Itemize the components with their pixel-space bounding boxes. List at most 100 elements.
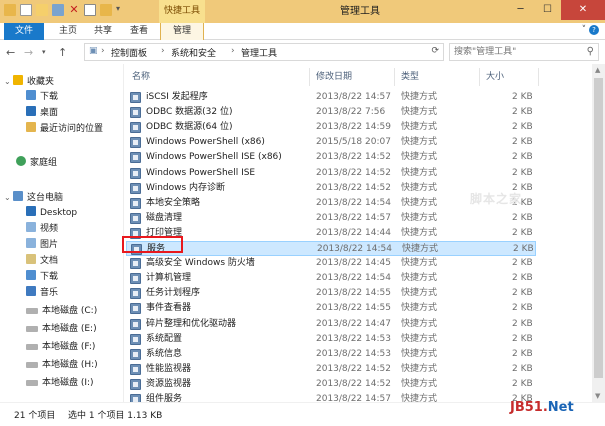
nav-item-recent[interactable]: 最近访问的位置 bbox=[26, 122, 103, 137]
file-row[interactable]: 资源监视器 2013/8/22 14:52 快捷方式 2 KB bbox=[126, 377, 536, 392]
nav-homegroup[interactable]: 家庭组 bbox=[16, 156, 57, 171]
column-header-type[interactable]: 类型 bbox=[401, 69, 419, 85]
scroll-thumb[interactable] bbox=[594, 78, 603, 378]
nav-favorites[interactable]: ⌄ 收藏夹 bbox=[4, 74, 54, 89]
file-size: 2 KB bbox=[512, 303, 533, 314]
file-row[interactable]: 任务计划程序 2013/8/22 14:55 快捷方式 2 KB bbox=[126, 286, 536, 301]
file-date: 2013/8/22 14:54 bbox=[316, 273, 391, 284]
search-icon[interactable]: ⚲ bbox=[587, 46, 594, 57]
file-row[interactable]: iSCSI 发起程序 2013/8/22 14:57 快捷方式 2 KB bbox=[126, 90, 536, 105]
nav-item-desktop-folder[interactable]: Desktop bbox=[26, 206, 77, 221]
pane-splitter[interactable] bbox=[123, 64, 124, 402]
tab-file[interactable]: 文件 bbox=[4, 23, 44, 40]
nav-this-pc[interactable]: ⌄ 这台电脑 bbox=[4, 190, 63, 205]
breadcrumb-admin-tools[interactable]: 管理工具 bbox=[241, 46, 277, 59]
file-row[interactable]: 系统配置 2013/8/22 14:53 快捷方式 2 KB bbox=[126, 332, 536, 347]
file-type: 快捷方式 bbox=[401, 258, 438, 269]
file-name: 资源监视器 bbox=[146, 378, 192, 389]
nav-item-downloads-pc[interactable]: 下载 bbox=[26, 270, 58, 285]
nav-item-videos[interactable]: 视频 bbox=[26, 222, 58, 237]
documents-folder-icon bbox=[26, 254, 36, 264]
breadcrumb-system-security[interactable]: 系统和安全 bbox=[171, 46, 216, 59]
close-button[interactable]: ✕ bbox=[561, 0, 605, 20]
download-folder-icon bbox=[26, 90, 36, 100]
file-row[interactable]: 系统信息 2013/8/22 14:53 快捷方式 2 KB bbox=[126, 347, 536, 362]
nav-item-documents[interactable]: 文档 bbox=[26, 254, 58, 269]
chevron-down-icon[interactable]: ▾ bbox=[116, 4, 128, 16]
file-row[interactable]: ODBC 数据源(32 位) 2013/8/22 7:56 快捷方式 2 KB bbox=[126, 105, 536, 120]
file-date: 2013/8/22 14:54 bbox=[317, 244, 392, 254]
column-divider[interactable] bbox=[479, 68, 480, 86]
tab-manage[interactable]: 管理 bbox=[160, 23, 204, 40]
column-header-date[interactable]: 修改日期 bbox=[316, 69, 352, 85]
folder-icon bbox=[4, 4, 16, 16]
file-type: 快捷方式 bbox=[401, 92, 438, 102]
help-icon: ? bbox=[589, 25, 599, 35]
nav-item-drive-e[interactable]: 本地磁盘 (E:) bbox=[26, 322, 97, 337]
recent-locations-icon[interactable]: ▾ bbox=[42, 48, 46, 56]
nav-item-drive-h[interactable]: 本地磁盘 (H:) bbox=[26, 358, 98, 373]
file-row[interactable]: 碎片整理和优化驱动器 2013/8/22 14:47 快捷方式 2 KB bbox=[126, 317, 536, 332]
file-row[interactable]: Windows PowerShell (x86) 2015/5/18 20:07 快… bbox=[126, 135, 536, 150]
breadcrumb-control-panel[interactable]: 控制面板 bbox=[111, 46, 147, 59]
search-input[interactable] bbox=[454, 44, 579, 60]
column-divider[interactable] bbox=[309, 68, 310, 86]
file-row[interactable]: Windows PowerShell ISE (x86) 2013/8/22 14… bbox=[126, 150, 536, 165]
expand-icon[interactable]: ⌄ bbox=[4, 190, 13, 205]
refresh-icon[interactable]: ⟳ bbox=[431, 46, 439, 56]
tab-home[interactable]: 主页 bbox=[50, 23, 86, 40]
scroll-down-icon[interactable]: ▼ bbox=[595, 392, 600, 400]
file-row[interactable]: 磁盘清理 2013/8/22 14:57 快捷方式 2 KB bbox=[126, 211, 536, 226]
file-row[interactable]: ODBC 数据源(64 位) 2013/8/22 14:59 快捷方式 2 KB bbox=[126, 120, 536, 135]
nav-item-desktop[interactable]: 桌面 bbox=[26, 106, 58, 121]
search-box[interactable]: ⚲ bbox=[449, 43, 599, 61]
file-row[interactable]: 高级安全 Windows 防火墙 2013/8/22 14:45 快捷方式 2 KB bbox=[126, 256, 536, 271]
tab-view[interactable]: 查看 bbox=[122, 23, 156, 40]
up-arrow-icon[interactable]: ↑ bbox=[58, 46, 67, 59]
selection-info: 选中 1 个项目 1.13 KB bbox=[68, 411, 163, 421]
file-name: 系统配置 bbox=[146, 333, 183, 344]
new-folder-icon[interactable] bbox=[36, 4, 48, 16]
nav-item-downloads[interactable]: 下载 bbox=[26, 90, 58, 105]
vertical-scrollbar[interactable]: ▲ ▼ bbox=[592, 64, 605, 402]
minimize-button[interactable]: ─ bbox=[507, 0, 534, 20]
file-row[interactable]: 计算机管理 2013/8/22 14:54 快捷方式 2 KB bbox=[126, 271, 536, 286]
column-header-name[interactable]: 名称 bbox=[132, 69, 150, 85]
tab-share[interactable]: 共享 bbox=[86, 23, 120, 40]
pictures-folder-icon bbox=[26, 238, 36, 248]
file-row[interactable]: Windows PowerShell ISE 2013/8/22 14:52 快捷方… bbox=[126, 166, 536, 181]
undo-icon[interactable] bbox=[52, 4, 64, 16]
file-row[interactable]: 性能监视器 2013/8/22 14:52 快捷方式 2 KB bbox=[126, 362, 536, 377]
nav-item-drive-i[interactable]: 本地磁盘 (I:) bbox=[26, 376, 94, 391]
column-divider[interactable] bbox=[538, 68, 539, 86]
scroll-up-icon[interactable]: ▲ bbox=[595, 66, 600, 74]
forward-arrow-icon[interactable]: → bbox=[24, 46, 33, 59]
maximize-button[interactable]: ☐ bbox=[534, 0, 561, 20]
file-type: 快捷方式 bbox=[401, 348, 438, 359]
file-type: 快捷方式 bbox=[401, 318, 438, 329]
rename-icon[interactable] bbox=[84, 4, 96, 16]
file-date: 2013/8/22 14:55 bbox=[316, 288, 391, 299]
column-divider[interactable] bbox=[394, 68, 395, 86]
ribbon-tabs: 文件 主页 共享 查看 管理 ˅ ? bbox=[0, 23, 605, 40]
delete-icon[interactable]: ✕ bbox=[68, 4, 80, 16]
folder-icon[interactable] bbox=[100, 4, 112, 16]
column-header-size[interactable]: 大小 bbox=[486, 69, 504, 85]
file-date: 2013/8/22 14:52 bbox=[316, 167, 391, 178]
file-size: 2 KB bbox=[512, 273, 533, 284]
nav-item-drive-c[interactable]: 本地磁盘 (C:) bbox=[26, 304, 97, 319]
address-bar[interactable]: ▣ › 控制面板 › 系统和安全 › 管理工具 ⟳ bbox=[84, 43, 444, 61]
expand-icon[interactable]: ⌄ bbox=[4, 74, 13, 89]
desktop-icon bbox=[26, 106, 36, 116]
back-arrow-icon[interactable]: ← bbox=[6, 46, 15, 59]
file-size: 2 KB bbox=[512, 333, 533, 344]
file-row[interactable]: 打印管理 2013/8/22 14:44 快捷方式 2 KB bbox=[126, 226, 536, 241]
nav-item-drive-f[interactable]: 本地磁盘 (F:) bbox=[26, 340, 95, 355]
highlight-box bbox=[122, 236, 183, 253]
nav-item-music[interactable]: 音乐 bbox=[26, 286, 58, 301]
expand-ribbon-icon[interactable]: ˅ ? bbox=[582, 25, 599, 35]
file-row[interactable]: 事件查看器 2013/8/22 14:55 快捷方式 2 KB bbox=[126, 301, 536, 316]
file-row[interactable]: 服务 2013/8/22 14:54 快捷方式 2 KB bbox=[126, 241, 536, 256]
nav-item-pictures[interactable]: 图片 bbox=[26, 238, 58, 253]
properties-icon[interactable] bbox=[20, 4, 32, 16]
